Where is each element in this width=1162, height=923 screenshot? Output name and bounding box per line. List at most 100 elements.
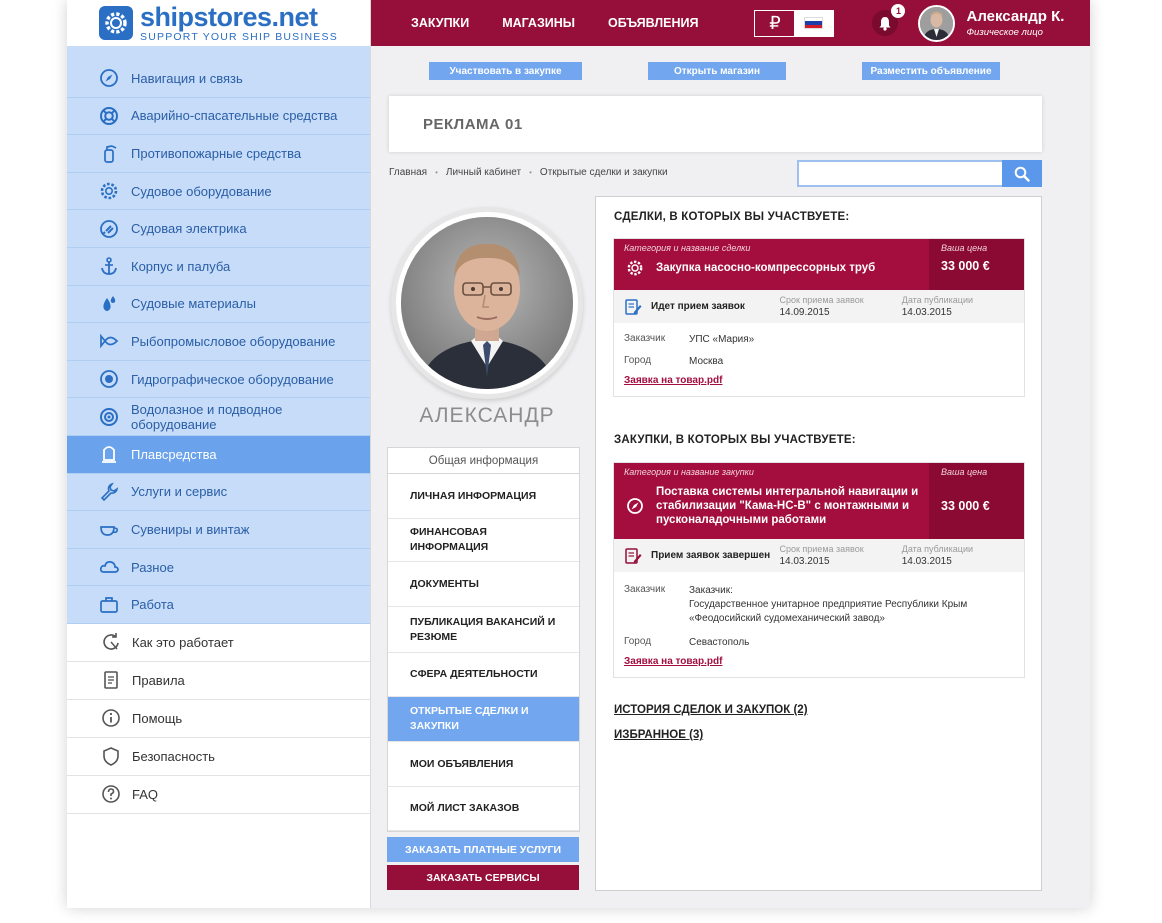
profile-menu-item[interactable]: ОТКРЫТЫЕ СДЕЛКИ И ЗАКУПКИ [388, 697, 579, 742]
user-meta[interactable]: Александр К. Физическое лицо [966, 8, 1064, 38]
breadcrumb-cabinet[interactable]: Личный кабинет [446, 167, 521, 178]
sidebar: shipstores.net SUPPORT YOUR SHIP BUSINES… [67, 0, 371, 908]
info-link-info[interactable]: Помощь [67, 700, 370, 738]
currency-language-switch: ₽ [754, 9, 835, 37]
user-avatar[interactable] [918, 4, 956, 42]
favorites-link[interactable]: ИЗБРАННОЕ (3) [614, 729, 703, 741]
info-link-shield[interactable]: Безопасность [67, 738, 370, 776]
open-shop-button[interactable]: Открыть магазин [648, 62, 786, 80]
category-lifebuoy[interactable]: Аварийно-спасательные средства [67, 98, 370, 136]
user-type: Физическое лицо [966, 27, 1043, 38]
fish-icon [99, 331, 119, 351]
purchase-file-link[interactable]: Заявка на товар.pdf [624, 656, 1014, 667]
purchase-customer-label: Заказчик [624, 584, 666, 595]
ad-banner[interactable]: РЕКЛАМА 01 [389, 96, 1042, 152]
category-label: Судовые материалы [131, 296, 256, 312]
category-label: Судовое оборудование [131, 183, 272, 199]
logo-slogan: SUPPORT YOUR SHIP BUSINESS [140, 30, 338, 43]
profile-avatar[interactable] [391, 207, 583, 399]
nav-ads[interactable]: ОБЪЯВЛЕНИЯ [608, 16, 698, 30]
category-wrench[interactable]: Услуги и сервис [67, 474, 370, 512]
profile-menu-item[interactable]: МОИ ОБЪЯВЛЕНИЯ [388, 742, 579, 787]
notification-count-badge: 1 [891, 4, 906, 18]
category-briefcase[interactable]: Работа [67, 586, 370, 624]
search-button[interactable] [1002, 160, 1042, 187]
plug-icon [99, 219, 119, 239]
language-russia-flag-button[interactable] [794, 10, 834, 36]
refresh-icon [101, 632, 121, 652]
category-ship[interactable]: Плавсредства [67, 435, 370, 474]
search-icon [1014, 166, 1030, 182]
category-label: Плавсредства [131, 446, 217, 462]
nav-purchases[interactable]: ЗАКУПКИ [411, 16, 469, 30]
category-cup[interactable]: Сувениры и винтаж [67, 511, 370, 549]
purchase-deadline: 14.03.2015 [779, 556, 830, 567]
deal-file-link[interactable]: Заявка на товар.pdf [624, 375, 1014, 386]
search-input[interactable] [797, 160, 1002, 187]
logo[interactable]: shipstores.net SUPPORT YOUR SHIP BUSINES… [67, 0, 370, 46]
deal-name[interactable]: Закупка насосно-компрессорных труб [656, 262, 875, 274]
category-anchor[interactable]: Корпус и палуба [67, 248, 370, 286]
category-fish[interactable]: Рыбопромысловое оборудование [67, 323, 370, 361]
info-icon [101, 708, 121, 728]
profile-menu-item[interactable]: ДОКУМЕНТЫ [388, 562, 579, 607]
info-link-label: Помощь [132, 710, 183, 726]
ship-icon [99, 444, 119, 464]
briefcase-icon [99, 595, 119, 615]
info-link-document[interactable]: Правила [67, 662, 370, 700]
category-plug[interactable]: Судовая электрика [67, 210, 370, 248]
deal-price-label: Ваша цена [941, 243, 988, 253]
category-label: Навигация и связь [131, 70, 243, 86]
profile-menu-item[interactable]: СФЕРА ДЕЯТЕЛЬНОСТИ [388, 653, 579, 697]
action-bar: Участвовать в закупке Открыть магазин Ра… [371, 62, 1090, 80]
join-purchase-button[interactable]: Участвовать в закупке [429, 62, 582, 80]
profile-menu-item[interactable]: ПУБЛИКАЦИЯ ВАКАНСИЙ И РЕЗЮМЕ [388, 607, 579, 653]
top-nav: ЗАКУПКИ МАГАЗИНЫ ОБЪЯВЛЕНИЯ [411, 16, 731, 30]
compass-icon [624, 497, 646, 515]
gear-icon [99, 6, 133, 40]
user-name: Александр К. [966, 8, 1065, 25]
deal-card[interactable]: Категория и название сделки Закупка насо… [613, 238, 1025, 397]
info-link-question[interactable]: FAQ [67, 776, 370, 814]
purchase-name[interactable]: Поставка системы интегральной навигации … [656, 485, 929, 527]
order-paid-services-button[interactable]: ЗАКАЗАТЬ ПЛАТНЫЕ УСЛУГИ [387, 837, 579, 862]
purchase-head-label: Категория и название закупки [624, 467, 754, 477]
deal-city: Москва [689, 356, 724, 367]
category-compass[interactable]: Навигация и связь [67, 60, 370, 98]
post-ad-button[interactable]: Разместить объявление [862, 62, 1000, 80]
info-link-label: Правила [132, 672, 185, 688]
breadcrumb-separator: • [529, 168, 532, 177]
question-icon [101, 784, 121, 804]
nav-shops[interactable]: МАГАЗИНЫ [502, 16, 575, 30]
category-sonar[interactable]: Гидрографическое оборудование [67, 361, 370, 399]
currency-ruble-button[interactable]: ₽ [755, 11, 794, 36]
category-label: Водолазное и подводное оборудование [131, 401, 283, 432]
category-cloud[interactable]: Разное [67, 549, 370, 587]
profile-name: АЛЕКСАНДР [419, 404, 555, 427]
order-services-button[interactable]: ЗАКАЗАТЬ СЕРВИСЫ [387, 865, 579, 890]
purchase-pub-date: 14.03.2015 [901, 556, 952, 567]
sonar-icon [99, 369, 119, 389]
category-drops[interactable]: Судовые материалы [67, 286, 370, 324]
deal-pub-date: 14.03.2015 [901, 307, 952, 318]
closed-document-icon [624, 547, 642, 565]
category-fire-extinguisher[interactable]: Противопожарные средства [67, 135, 370, 173]
purchase-status-row: Прием заявок завершен Срок приема заявок… [614, 539, 1024, 572]
history-link[interactable]: ИСТОРИЯ СДЕЛОК И ЗАКУПОК (2) [614, 704, 808, 716]
notifications-button[interactable]: 1 [872, 4, 906, 36]
category-diving[interactable]: Водолазное и подводное оборудование [67, 398, 370, 436]
profile-menu-item[interactable]: МОЙ ЛИСТ ЗАКАЗОВ [388, 787, 579, 831]
profile-menu-header[interactable]: Общая информация [388, 448, 579, 474]
purchase-card[interactable]: Категория и название закупки Поставка си… [613, 462, 1025, 678]
shield-icon [101, 746, 121, 767]
info-link-refresh[interactable]: Как это работает [67, 624, 370, 662]
breadcrumb-home[interactable]: Главная [389, 167, 427, 178]
cup-icon [99, 519, 119, 539]
profile-menu-item[interactable]: ЛИЧНАЯ ИНФОРМАЦИЯ [388, 474, 579, 519]
category-gear[interactable]: Судовое оборудование [67, 173, 370, 211]
profile-menu: Общая информация ЛИЧНАЯ ИНФОРМАЦИЯ ФИНАНС… [387, 447, 580, 832]
purchase-pub-label: Дата публикации [901, 544, 974, 554]
profile-menu-item[interactable]: ФИНАНСОВАЯ ИНФОРМАЦИЯ [388, 519, 579, 562]
purchase-price: 33 000 € [941, 499, 990, 513]
purchase-card-header: Категория и название закупки Поставка си… [614, 463, 1024, 539]
